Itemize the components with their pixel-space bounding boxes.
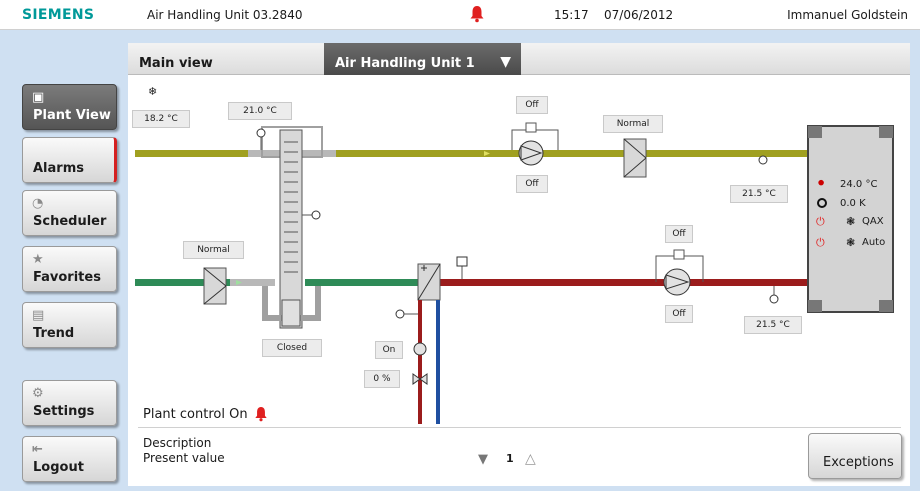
bypass-status[interactable]: Closed xyxy=(262,339,322,357)
top-duct xyxy=(135,150,810,157)
description-label: Description xyxy=(143,436,212,450)
page-number: 1 xyxy=(506,452,514,465)
return-fan-bottom-status[interactable]: Off xyxy=(665,305,693,323)
fan-switch-icon xyxy=(525,122,537,133)
supply-fan-top[interactable] xyxy=(518,140,544,166)
valve-position[interactable]: 0 % xyxy=(364,370,400,388)
supply-fan-bottom-status[interactable]: Off xyxy=(516,175,548,193)
page-down-button[interactable]: ▼ xyxy=(478,452,488,467)
humidity-sensor-icon[interactable] xyxy=(311,210,321,220)
temp-sensor-icon[interactable] xyxy=(758,155,768,165)
temp-sensor-icon[interactable] xyxy=(395,309,405,319)
heat-exchanger xyxy=(279,129,303,329)
outdoor-duct-after-hx xyxy=(305,279,425,286)
heating-pipe-flow xyxy=(418,300,422,424)
inlet-damper-status[interactable]: Normal xyxy=(183,241,244,259)
thermometer-icon: ⚫ xyxy=(816,176,826,190)
bypass-damper xyxy=(281,299,301,327)
room-setpoint-offset: 0.0 K xyxy=(840,198,866,209)
temp-sensor-icon[interactable] xyxy=(256,128,266,138)
fan-mode-qax: QAX xyxy=(862,216,884,227)
exceptions-button[interactable]: Exceptions xyxy=(808,433,902,479)
exhaust-damper[interactable] xyxy=(623,138,647,178)
fan-switch-icon xyxy=(673,249,685,260)
plant-diagram: ❄ ⚫ ⏻ ⏻ ❃ ❃ xyxy=(135,85,894,424)
supply-fan-top-status[interactable]: Off xyxy=(516,96,548,114)
supply-duct xyxy=(440,279,810,286)
inlet-damper[interactable] xyxy=(203,267,227,305)
fan-icon: ❃ xyxy=(846,215,855,228)
supply-temp-top-value[interactable]: 21.5 °C xyxy=(730,185,788,203)
divider xyxy=(138,427,901,428)
room-temp-value: 24.0 °C xyxy=(840,179,878,190)
page-up-button[interactable]: △ xyxy=(525,451,536,467)
return-fan-top-status[interactable]: Off xyxy=(665,225,693,243)
pump-status[interactable]: On xyxy=(375,341,403,359)
fan-mode-auto: Auto xyxy=(862,237,886,248)
hx-temp-value[interactable]: 21.0 °C xyxy=(228,102,292,120)
pump-icon[interactable] xyxy=(413,342,427,356)
return-fan-bottom[interactable] xyxy=(663,268,691,296)
outside-temp-icon: ❄ xyxy=(148,85,157,98)
outside-temp-value[interactable]: 18.2 °C xyxy=(132,110,190,128)
power-icon[interactable]: ⏻ xyxy=(816,236,825,249)
heating-pipe-return xyxy=(436,300,440,424)
temp-sensor-icon[interactable] xyxy=(456,256,468,267)
plant-control-status: Plant control On xyxy=(143,407,248,422)
alarm-bell-icon[interactable] xyxy=(254,406,268,422)
supply-temp-bottom-value[interactable]: 21.5 °C xyxy=(744,316,802,334)
exceptions-label: Exceptions xyxy=(823,455,894,470)
exhaust-damper-status[interactable]: Normal xyxy=(603,115,663,133)
temp-sensor-icon[interactable] xyxy=(769,294,779,304)
present-value-label: Present value xyxy=(143,451,225,465)
fan-icon: ❃ xyxy=(846,236,855,249)
power-icon[interactable]: ⏻ xyxy=(816,215,825,228)
